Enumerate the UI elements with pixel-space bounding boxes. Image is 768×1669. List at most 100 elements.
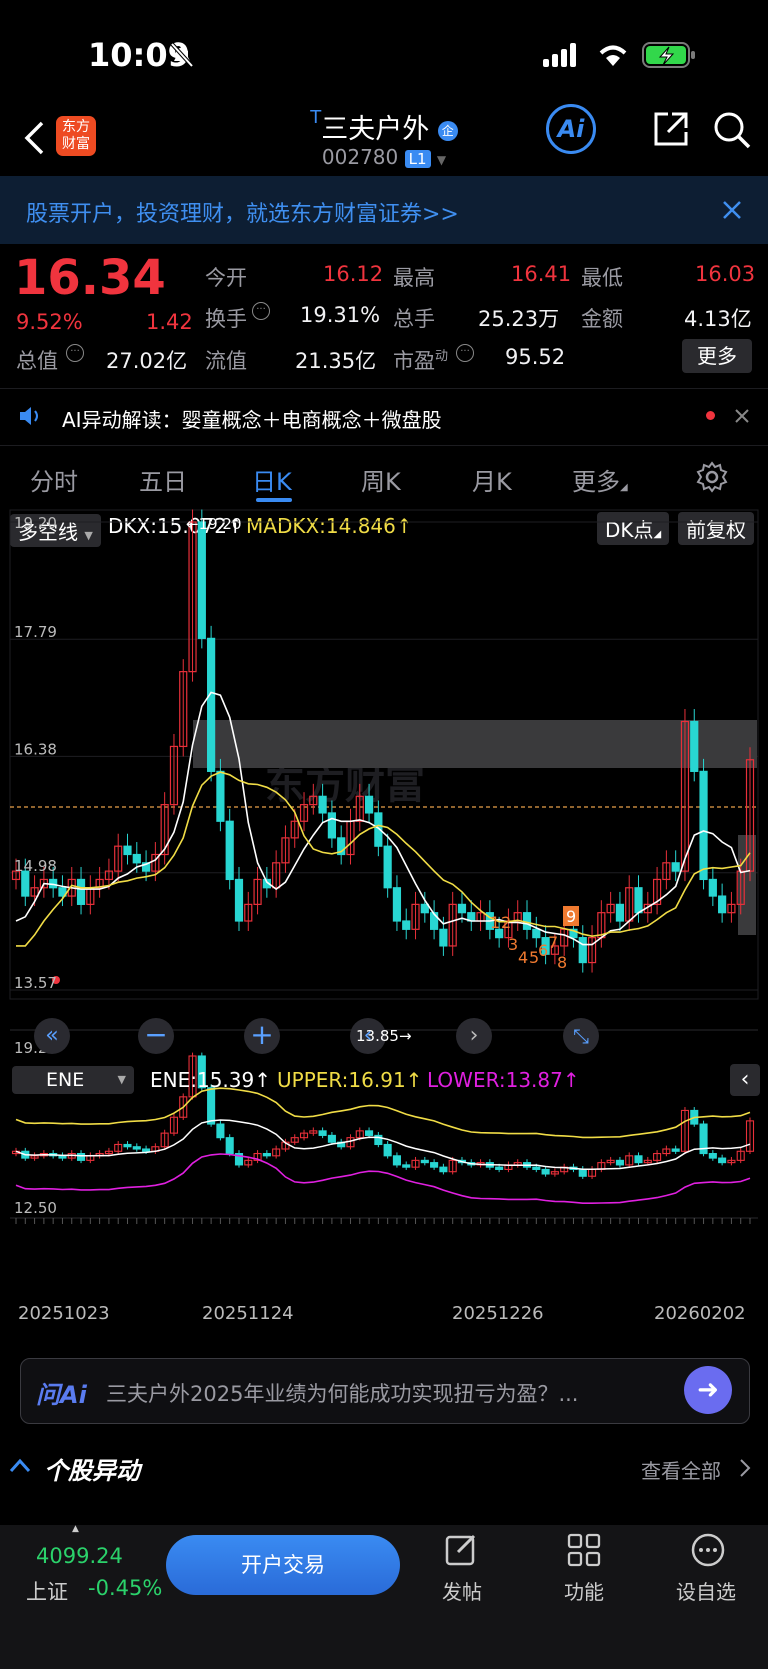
functions-grid-icon[interactable] xyxy=(566,1532,602,1568)
candle xyxy=(615,903,625,922)
more-info-icon[interactable]: ··· xyxy=(66,344,84,362)
promo-banner-text[interactable]: 股票开户，投资理财，就选东方财富证券>> xyxy=(26,196,459,228)
tab-weekly-k[interactable]: 周K xyxy=(361,462,401,497)
ene-value: ENE:15.39↑ xyxy=(150,1068,271,1092)
volume-label: 总手 xyxy=(393,307,435,331)
index-name[interactable]: 上证 xyxy=(26,1576,68,1606)
candle xyxy=(671,862,680,872)
sub-candle xyxy=(708,1153,717,1159)
close-banner-icon[interactable] xyxy=(722,200,742,220)
td-count-label: 1 xyxy=(490,913,500,932)
volume-value: 25.23万 xyxy=(478,307,560,331)
td-count-label: 8 xyxy=(557,953,567,972)
ask-ai-question[interactable]: 三夫户外2025年业绩为何能成功实现扭亏为盈？... xyxy=(106,1378,666,1408)
candle xyxy=(364,795,374,814)
settings-gear-icon[interactable] xyxy=(696,461,728,493)
more-info-icon[interactable]: ··· xyxy=(456,344,474,362)
upper-value: UPPER:16.91↑ xyxy=(277,1068,423,1092)
sub-candle xyxy=(718,1157,727,1164)
stock-name: 三夫户外 xyxy=(321,114,430,145)
sub-candle xyxy=(578,1168,587,1177)
candle xyxy=(197,521,206,639)
watchlist-label[interactable]: 设自选 xyxy=(676,1576,736,1605)
tab-monthly-k[interactable]: 月K xyxy=(472,462,512,497)
chevron-right-icon[interactable] xyxy=(738,1457,752,1479)
stock-code-row[interactable]: 002780 L1 ▼ xyxy=(0,145,768,169)
zoom-in-button[interactable]: + xyxy=(244,1018,280,1054)
candle xyxy=(420,903,429,914)
more-dots-icon[interactable] xyxy=(690,1532,726,1568)
open-account-button[interactable]: 开户交易 xyxy=(166,1535,400,1595)
price-tick-label: 17.79 xyxy=(14,623,57,641)
sub-candle xyxy=(402,1164,411,1168)
post-label[interactable]: 发帖 xyxy=(442,1576,482,1605)
scroll-left-button[interactable]: « xyxy=(34,1018,70,1054)
tab-daily-k[interactable]: 日K xyxy=(252,462,292,497)
open-label: 今开 xyxy=(205,266,247,290)
sub-candle xyxy=(439,1166,448,1173)
candle xyxy=(76,878,86,905)
sub-candle xyxy=(365,1130,374,1136)
sub-candle xyxy=(216,1123,225,1139)
sub-candle xyxy=(132,1146,141,1150)
td-count-label: 6 xyxy=(538,941,548,960)
collapse-panel-button[interactable]: ‹ xyxy=(730,1064,760,1096)
index-change[interactable]: -0.45% xyxy=(88,1576,162,1600)
candle xyxy=(327,812,336,839)
close-ai-bar-icon[interactable] xyxy=(734,408,750,424)
fullscreen-button[interactable]: ⤡ xyxy=(563,1018,599,1054)
candle xyxy=(532,928,541,939)
candle xyxy=(392,887,402,922)
candle xyxy=(718,895,727,914)
more-button[interactable]: 更多 xyxy=(682,339,752,373)
pe-value: 95.52 xyxy=(505,345,566,369)
candle xyxy=(699,770,708,881)
signal-icon xyxy=(543,43,576,67)
amount-value: 4.13亿 xyxy=(684,307,752,331)
sub-candle xyxy=(615,1159,624,1166)
sub-candle xyxy=(58,1155,67,1159)
index-value[interactable]: 4099.24 xyxy=(36,1544,123,1568)
caret-up-icon: ▲ xyxy=(72,1524,79,1534)
view-all-link[interactable]: 查看全部 xyxy=(641,1455,721,1484)
mktcap-label: 总值 xyxy=(16,349,58,373)
kline-chart[interactable]: 东方财富 1 234 56 789 19.2017.7916.3814.9813.57… xyxy=(0,508,768,1340)
float-value: 21.35亿 xyxy=(295,349,377,373)
tab-more[interactable]: 更多◢ xyxy=(572,462,628,497)
td-count-label: 2 xyxy=(501,913,511,932)
send-arrow-icon[interactable]: ➜ xyxy=(684,1366,732,1414)
price-tick-label: 16.38 xyxy=(14,740,57,758)
tab-five-day[interactable]: 五日 xyxy=(139,462,187,497)
amount-label: 金额 xyxy=(581,307,623,331)
tab-intraday[interactable]: 分时 xyxy=(30,462,78,497)
candle xyxy=(708,878,717,897)
high-label: 最高 xyxy=(393,266,435,290)
next-button[interactable]: › xyxy=(456,1018,492,1054)
bell-muted-icon xyxy=(170,42,194,68)
functions-label[interactable]: 功能 xyxy=(564,1576,604,1605)
sub-candle xyxy=(541,1168,550,1175)
sub-candle xyxy=(207,1087,216,1125)
candle xyxy=(132,853,141,864)
candle xyxy=(634,887,643,914)
post-edit-icon[interactable] xyxy=(444,1532,480,1568)
candle xyxy=(522,912,532,930)
zoom-out-button[interactable]: − xyxy=(138,1018,174,1054)
sub-indicator-select[interactable]: ENE ▼ xyxy=(12,1066,134,1094)
candle xyxy=(439,928,448,947)
candle xyxy=(318,795,327,814)
candle xyxy=(207,637,216,772)
sub-candle xyxy=(327,1134,336,1143)
ai-insight-text[interactable]: AI异动解读：婴童概念＋电商概念＋微盘股 xyxy=(62,404,442,433)
candle xyxy=(123,845,132,856)
candle xyxy=(457,903,467,914)
watermark: 东方财富 xyxy=(265,762,425,808)
t-badge: T xyxy=(310,107,322,128)
price-tick-label: 14.98 xyxy=(14,857,57,875)
sub-candle xyxy=(318,1130,327,1136)
more-info-icon[interactable]: ··· xyxy=(252,302,270,320)
td-count-label: 7 xyxy=(548,933,558,952)
price-tick-label: 13.57 xyxy=(14,974,57,992)
stock-title: T三夫户外 企 xyxy=(0,107,768,146)
chevron-up-icon[interactable] xyxy=(8,1456,32,1474)
